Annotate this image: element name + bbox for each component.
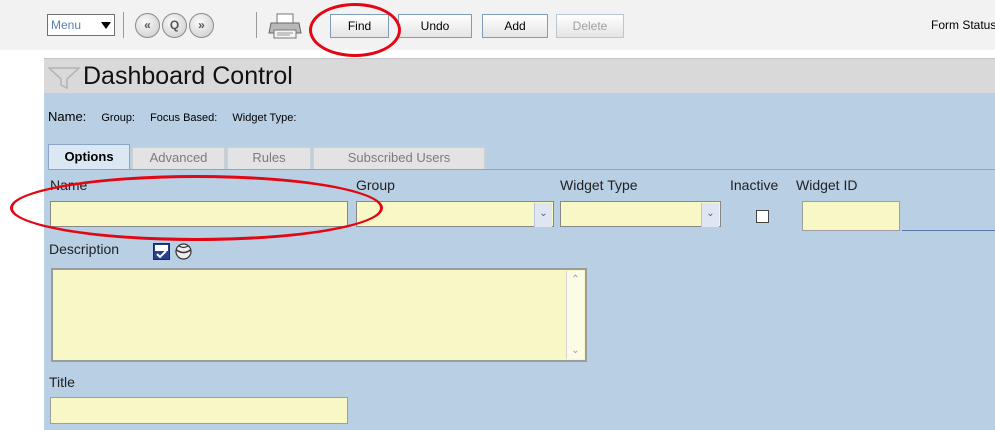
menu-caret-icon xyxy=(101,22,111,29)
name-label: Name xyxy=(50,177,88,193)
inactive-label: Inactive xyxy=(730,177,779,193)
spellcheck-icon[interactable] xyxy=(153,243,170,260)
description-label: Description xyxy=(49,241,120,257)
title-label: Title xyxy=(49,374,75,390)
widget-id-label: Widget ID xyxy=(796,177,858,193)
tab-rules[interactable]: Rules xyxy=(227,147,311,169)
group-select[interactable]: ⌄ xyxy=(356,201,554,227)
chevron-down-icon[interactable]: ⌄ xyxy=(701,203,719,227)
chevron-down-icon[interactable]: ⌄ xyxy=(534,203,552,227)
info-focus-label: Focus Based: xyxy=(150,112,218,124)
toolbar: Menu « Q » Find Undo Add Delete Form Sta… xyxy=(0,0,995,50)
tab-options[interactable]: Options xyxy=(48,144,130,170)
menu-dropdown[interactable]: Menu xyxy=(47,14,115,36)
funnel-icon[interactable] xyxy=(48,67,80,89)
widget-id-input[interactable] xyxy=(802,201,900,231)
next-icon[interactable]: » xyxy=(189,13,214,38)
field-row-rule xyxy=(902,230,995,231)
toolbar-divider xyxy=(256,12,257,38)
name-input[interactable] xyxy=(50,201,348,227)
page-title: Dashboard Control xyxy=(83,62,293,90)
description-textarea[interactable]: ⌃ ⌄ xyxy=(51,268,587,362)
previous-icon[interactable]: « xyxy=(135,13,160,38)
add-button[interactable]: Add xyxy=(482,14,548,38)
tab-subscribed-users[interactable]: Subscribed Users xyxy=(313,147,485,169)
info-name-label: Name: xyxy=(48,109,87,124)
lookup-ball-icon[interactable] xyxy=(175,243,192,260)
form-status-label: Form Status xyxy=(931,18,995,32)
widget-type-label: Widget Type xyxy=(560,177,638,193)
title-input[interactable] xyxy=(50,397,348,424)
menu-label: Menu xyxy=(51,18,82,32)
record-info: Name: Group: Focus Based: Widget Type: xyxy=(48,109,308,124)
search-icon[interactable]: Q xyxy=(162,13,187,38)
inactive-checkbox[interactable] xyxy=(756,210,769,223)
title-bar: Dashboard Control xyxy=(44,58,995,94)
group-label: Group xyxy=(356,177,395,193)
tab-advanced[interactable]: Advanced xyxy=(132,147,225,169)
info-group-label: Group: xyxy=(101,112,135,124)
tab-divider xyxy=(48,169,995,170)
description-scrollbar[interactable]: ⌃ ⌄ xyxy=(566,271,584,359)
widget-type-select[interactable]: ⌄ xyxy=(560,201,721,227)
scroll-up-icon[interactable]: ⌃ xyxy=(567,271,584,288)
find-button[interactable]: Find xyxy=(330,14,389,38)
printer-icon[interactable] xyxy=(268,13,302,39)
info-widget-type-label: Widget Type: xyxy=(232,112,297,124)
undo-button[interactable]: Undo xyxy=(398,14,472,38)
scroll-down-icon[interactable]: ⌄ xyxy=(567,342,584,359)
form-area: Name: Group: Focus Based: Widget Type: O… xyxy=(44,93,995,430)
delete-button[interactable]: Delete xyxy=(556,14,624,38)
toolbar-divider xyxy=(123,12,124,38)
